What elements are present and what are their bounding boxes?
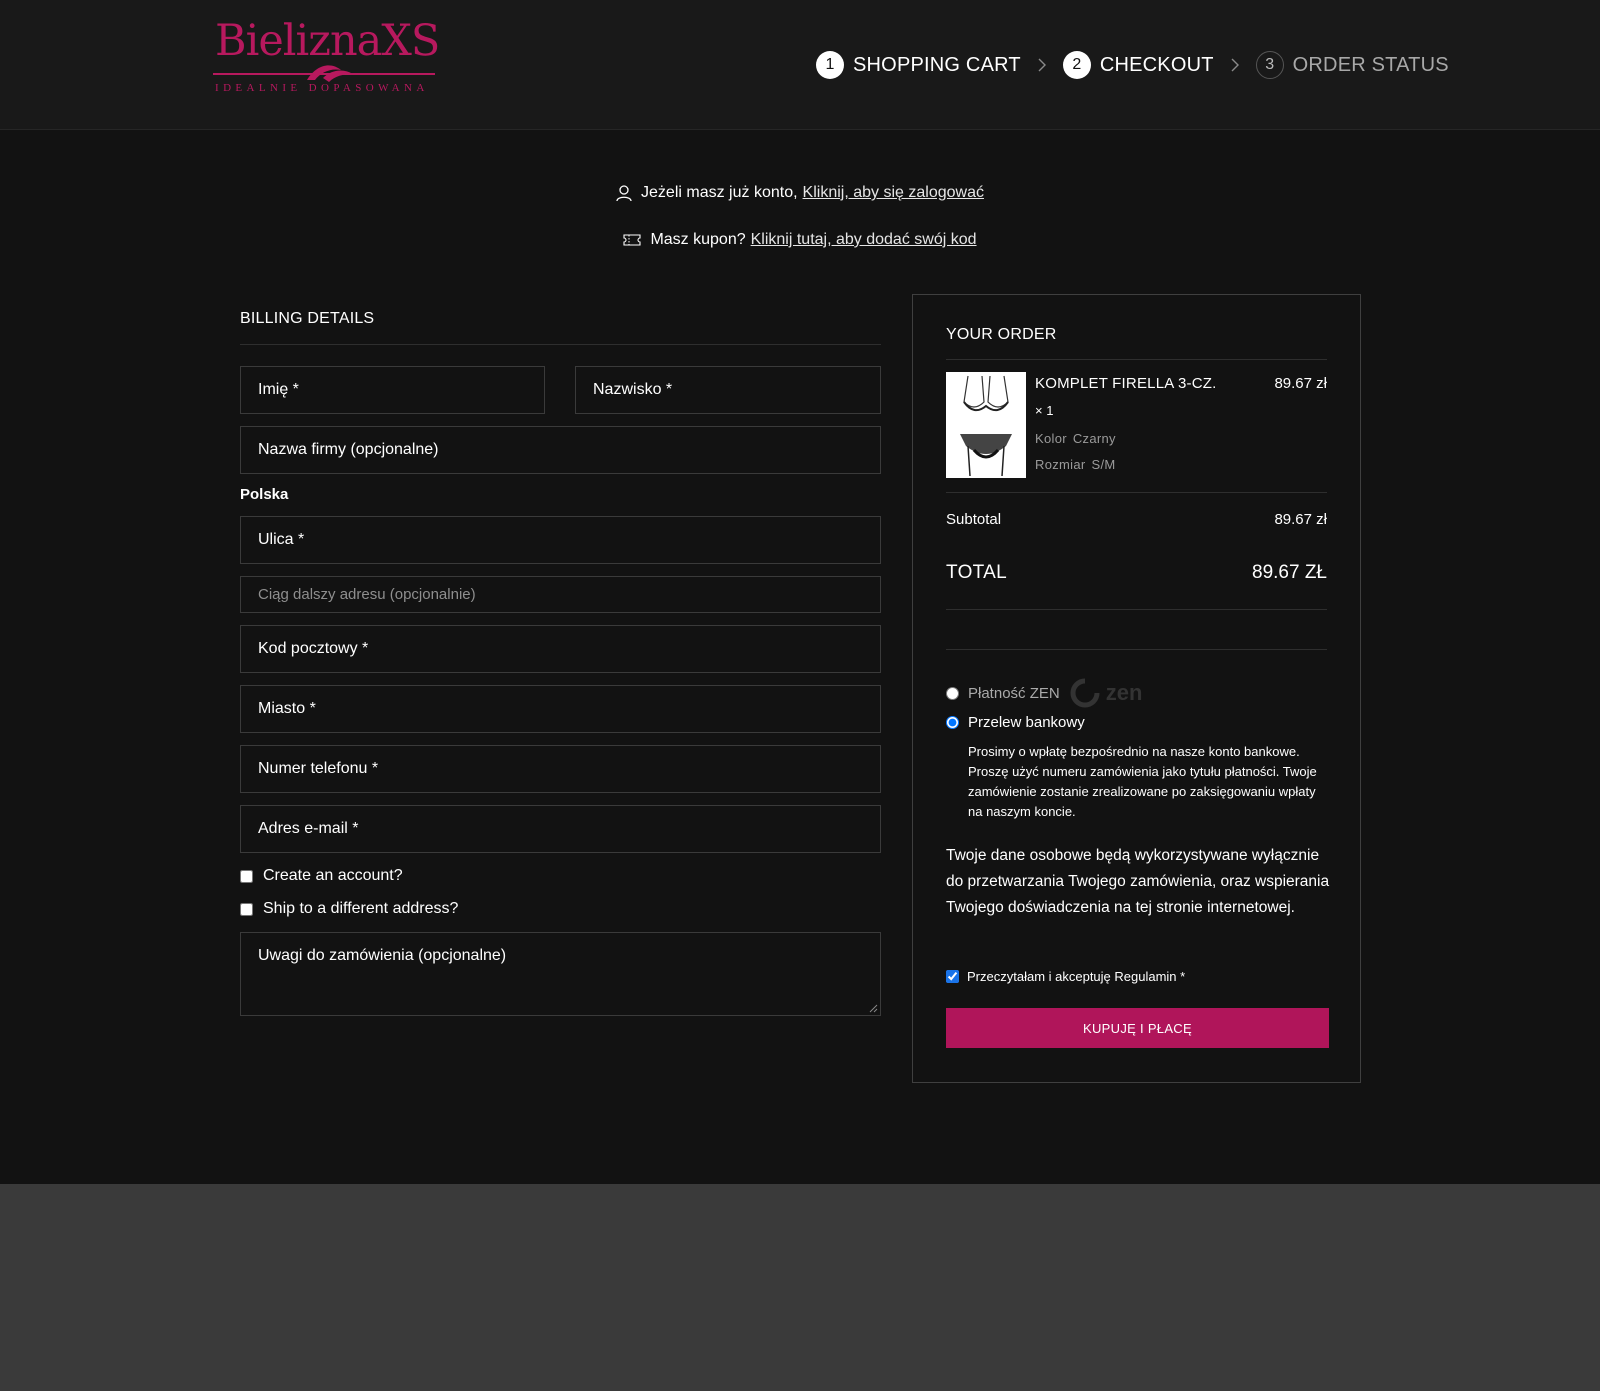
order-divider (946, 359, 1327, 360)
page-footer (0, 1184, 1600, 1391)
country-value: Polska (240, 486, 289, 503)
first-name-input[interactable]: Imię * (240, 366, 545, 414)
company-input[interactable]: Nazwa firmy (opcjonalne) (240, 426, 881, 474)
terms-checkbox[interactable] (946, 970, 959, 983)
last-name-input[interactable]: Nazwisko * (575, 366, 881, 414)
street2-input[interactable]: Ciąg dalszy adresu (opcjonalnie) (240, 576, 881, 613)
payment-bank-radio[interactable] (946, 716, 959, 729)
resize-handle-icon[interactable] (869, 1004, 878, 1013)
ship-different-label: Ship to a different address? (263, 900, 459, 917)
step-number: 2 (1062, 51, 1091, 79)
place-order-button[interactable]: KUPUJĘ I PŁACĘ (946, 1008, 1329, 1048)
checkout-steps: 1 SHOPPING CART 2 CHECKOUT 3 ORDER STATU… (816, 48, 1449, 82)
ship-different-checkbox[interactable] (240, 902, 253, 916)
step-checkout[interactable]: 2 CHECKOUT (1062, 51, 1214, 79)
create-account-label: Create an account? (263, 867, 403, 884)
lingerie-image-icon (960, 375, 1012, 477)
payment-bank-option[interactable]: Przelew bankowy (946, 714, 1085, 731)
order-divider (946, 609, 1327, 610)
postcode-input[interactable]: Kod pocztowy * (240, 625, 881, 673)
ticket-icon (623, 234, 642, 246)
zen-logo-icon (1070, 678, 1100, 708)
create-account-row[interactable]: Create an account? (240, 867, 403, 885)
create-account-checkbox[interactable] (240, 869, 253, 883)
payment-zen-radio[interactable] (946, 686, 959, 700)
bank-transfer-description: Prosimy o wpłatę bezpośrednio na nasze k… (968, 744, 1317, 819)
user-icon (616, 184, 632, 202)
street-input[interactable]: Ulica * (240, 516, 881, 564)
site-header: BieliznaXS IDEALNIE DOPASOWANA 1 SHOPPIN… (0, 0, 1600, 130)
total-label: TOTAL (946, 562, 1007, 583)
terms-row[interactable]: Przeczytałam i akceptuję Regulamin * (946, 969, 1185, 984)
privacy-notice: Twoje dane osobowe będą wykorzystywane w… (946, 847, 1330, 916)
payment-zen-label: Płatność ZEN (968, 684, 1060, 702)
phone-input[interactable]: Numer telefonu * (240, 745, 881, 793)
logo-tagline: IDEALNIE DOPASOWANA (215, 82, 429, 94)
step-label: CHECKOUT (1099, 53, 1214, 76)
payment-zen-option[interactable]: Płatność ZEN zen (946, 677, 1142, 709)
step-label: ORDER STATUS (1292, 53, 1449, 76)
coupon-notice: Masz kupon? Kliknij tutaj, aby dodać swó… (0, 231, 1600, 249)
login-link[interactable]: Kliknij, aby się zalogować (803, 184, 984, 202)
order-divider (946, 492, 1327, 493)
zen-logo-text: zen (1105, 680, 1143, 705)
product-name: KOMPLET FIRELLA 3-CZ. (1035, 375, 1217, 392)
product-price: 89.67 zł (1274, 375, 1327, 392)
billing-section: BILLING DETAILS (240, 310, 881, 345)
product-thumbnail[interactable] (946, 372, 1026, 478)
step-label: SHOPPING CART (853, 53, 1021, 76)
order-notes-placeholder: Uwagi do zamówienia (opcjonalne) (258, 947, 507, 964)
billing-divider (240, 344, 881, 345)
payment-bank-label: Przelew bankowy (968, 714, 1085, 731)
billing-title: BILLING DETAILS (240, 310, 375, 327)
brand-logo[interactable]: BieliznaXS IDEALNIE DOPASOWANA (213, 16, 440, 100)
step-order-status: 3 ORDER STATUS (1255, 51, 1449, 79)
step-number: 1 (816, 51, 844, 79)
step-shopping-cart[interactable]: 1 SHOPPING CART (816, 51, 1021, 79)
subtotal-label: Subtotal (946, 511, 1002, 528)
email-input[interactable]: Adres e-mail * (240, 805, 881, 853)
login-notice-text: Jeżeli masz już konto, (641, 184, 798, 201)
chevron-right-icon (1037, 57, 1047, 73)
city-input[interactable]: Miasto * (240, 685, 881, 733)
chevron-right-icon (1230, 57, 1240, 73)
step-number: 3 (1255, 51, 1284, 79)
logo-leaf-icon (307, 65, 353, 82)
total-value: 89.67 ZŁ (1252, 562, 1327, 583)
subtotal-value: 89.67 zł (1274, 511, 1327, 528)
logo-wordmark: BieliznaXS (215, 16, 440, 66)
product-qty: × 1 (1035, 403, 1054, 418)
ship-different-row[interactable]: Ship to a different address? (240, 900, 458, 918)
order-title: YOUR ORDER (946, 326, 1057, 343)
order-summary: YOUR ORDER KOMPLET FIRELLA 3-CZ. × 1 Kol… (912, 294, 1361, 1083)
coupon-notice-text: Masz kupon? (650, 231, 746, 248)
terms-label: Przeczytałam i akceptuję Regulamin * (967, 969, 1186, 984)
login-notice: Jeżeli masz już konto, Kliknij, aby się … (0, 184, 1600, 202)
order-notes-textarea[interactable]: Uwagi do zamówienia (opcjonalne) (240, 932, 881, 1016)
product-size: Rozmiar S/M (1035, 457, 1116, 472)
coupon-link[interactable]: Kliknij tutaj, aby dodać swój kod (751, 231, 977, 249)
product-color: Kolor Czarny (1035, 431, 1116, 446)
payment-divider (946, 649, 1327, 650)
